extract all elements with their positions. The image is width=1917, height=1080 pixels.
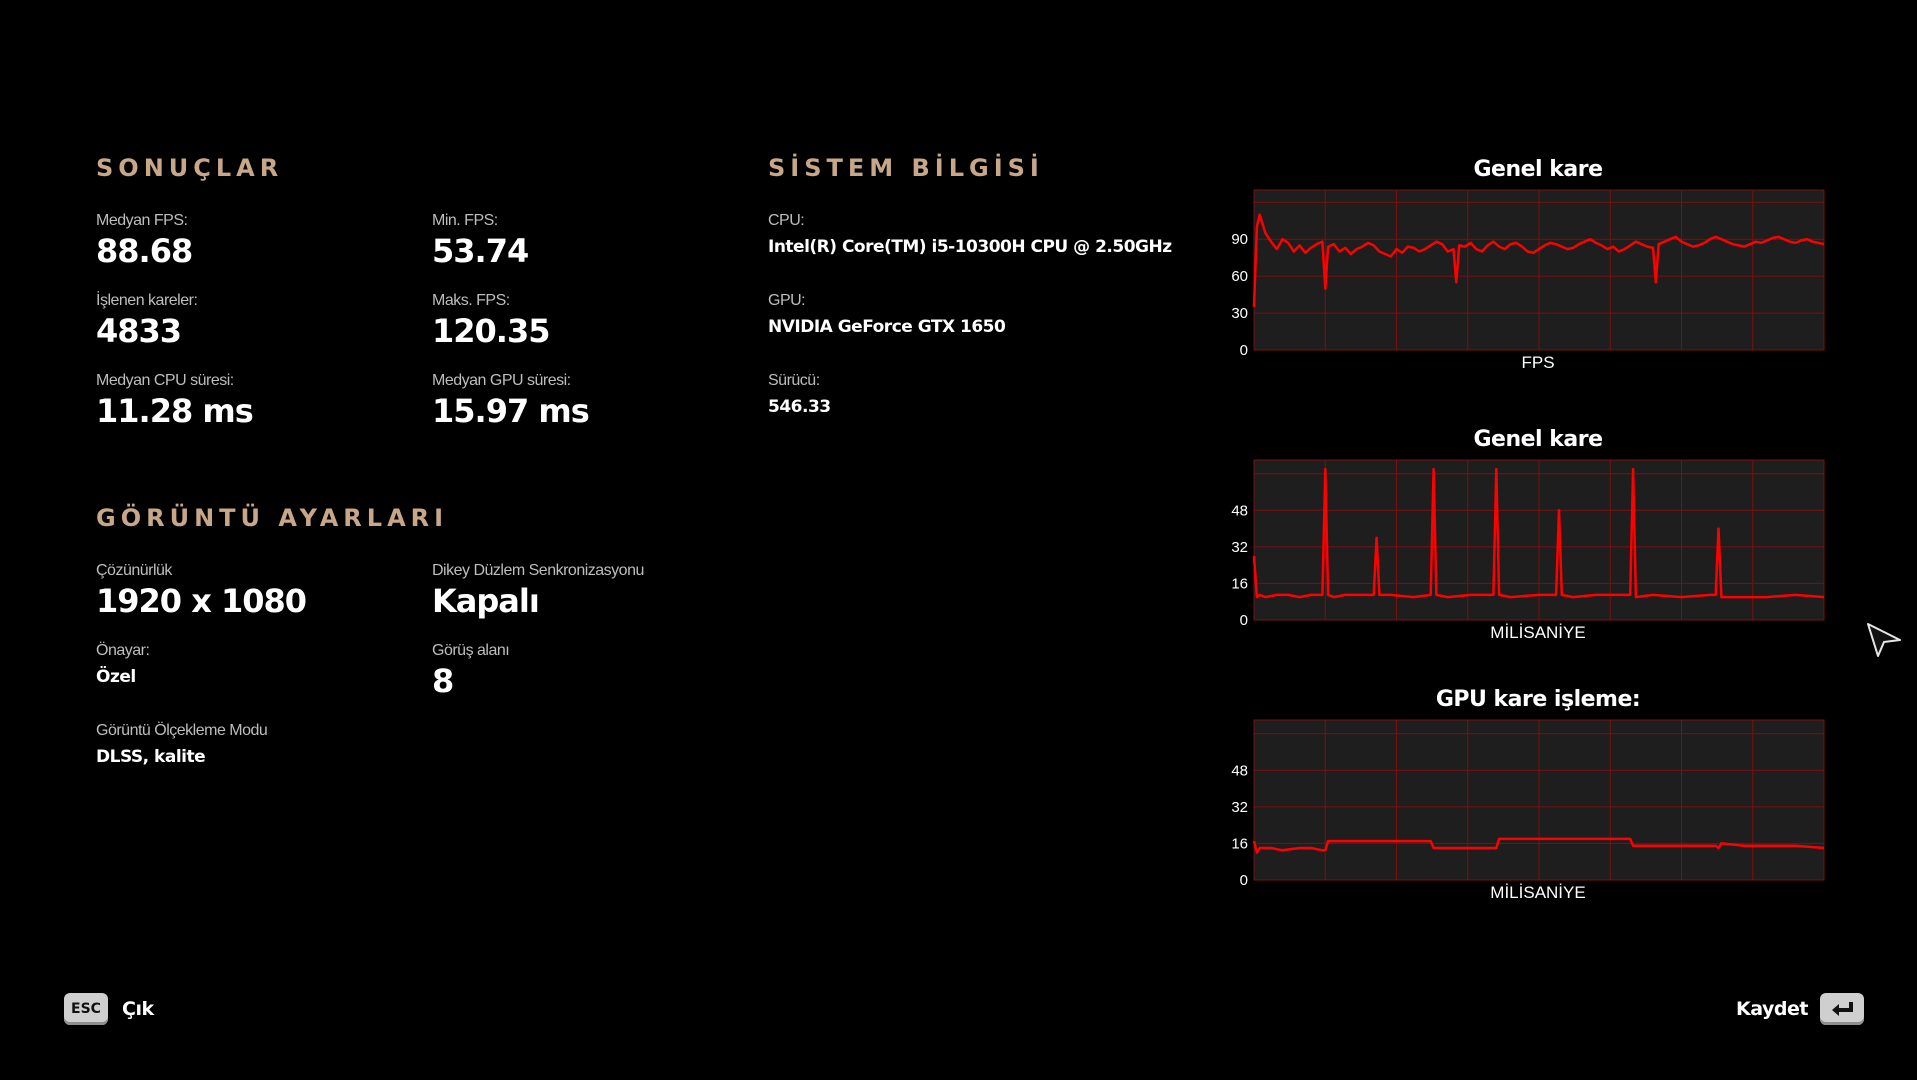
cpu-label: CPU:	[768, 212, 805, 229]
chart2-ytick-0: 0	[1240, 872, 1248, 889]
display-settings-title: GÖRÜNTÜ AYARLARI	[96, 504, 449, 532]
median-gpu-label: Medyan GPU süresi:	[432, 372, 571, 389]
median-cpu-value: 11.28 ms	[96, 392, 254, 430]
gpu-frame-chart-xlabel: MİLİSANİYE	[1490, 883, 1586, 902]
chart2-ytick-1: 16	[1231, 835, 1248, 852]
driver-label: Sürücü:	[768, 372, 820, 389]
preset-value: Özel	[96, 667, 136, 687]
chart0-ytick-2: 60	[1231, 268, 1248, 285]
driver-value: 546.33	[768, 397, 831, 417]
overall-frame-ms-chart-title: Genel kare	[1473, 427, 1603, 452]
overall-frame-fps-chart: 0 30 60 90	[1231, 189, 1825, 359]
chart1-ytick-0: 0	[1240, 612, 1248, 629]
vsync-label: Dikey Düzlem Senkronizasyonu	[432, 562, 644, 579]
rendered-frames-value: 4833	[96, 312, 182, 350]
overall-frame-ms-chart-xlabel: MİLİSANİYE	[1490, 623, 1586, 642]
exit-label: Çık	[122, 998, 154, 1020]
gpu-frame-chart: 0 16 32 48	[1231, 719, 1825, 889]
chart0-ytick-1: 30	[1231, 305, 1248, 322]
resolution-label: Çözünürlük	[96, 562, 172, 579]
fov-value: 8	[432, 662, 454, 700]
exit-button[interactable]: ESC Çık	[64, 993, 154, 1025]
median-cpu-label: Medyan CPU süresi:	[96, 372, 234, 389]
preset-label: Önayar:	[96, 642, 150, 659]
median-fps-value: 88.68	[96, 232, 193, 270]
chart1-ytick-3: 48	[1231, 502, 1248, 519]
min-fps-label: Min. FPS:	[432, 212, 498, 229]
cpu-value: Intel(R) Core(TM) i5-10300H CPU @ 2.50GH…	[768, 237, 1172, 257]
min-fps-value: 53.74	[432, 232, 529, 270]
overall-frame-fps-chart-xlabel: FPS	[1521, 353, 1555, 372]
system-info-title: SİSTEM BİLGİSİ	[768, 154, 1044, 182]
chart1-ytick-1: 16	[1231, 575, 1248, 592]
median-fps-label: Medyan FPS:	[96, 212, 188, 229]
vsync-value: Kapalı	[432, 582, 540, 620]
gpu-value: NVIDIA GeForce GTX 1650	[768, 317, 1006, 337]
enter-icon	[1819, 993, 1864, 1025]
max-fps-value: 120.35	[432, 312, 550, 350]
save-label: Kaydet	[1736, 998, 1808, 1020]
chart2-ytick-2: 32	[1231, 799, 1248, 816]
scaling-label: Görüntü Ölçekleme Modu	[96, 722, 268, 739]
save-button[interactable]: Kaydet	[1736, 993, 1864, 1025]
overall-frame-ms-chart: 0 16 32 48	[1231, 459, 1825, 629]
overall-frame-fps-chart-title: Genel kare	[1473, 157, 1603, 182]
chart0-ytick-0: 0	[1240, 342, 1248, 359]
chart1-ytick-2: 32	[1231, 539, 1248, 556]
gpu-frame-chart-title: GPU kare işleme:	[1435, 687, 1641, 712]
gpu-label: GPU:	[768, 292, 806, 309]
chart2-ytick-3: 48	[1231, 762, 1248, 779]
scaling-value: DLSS, kalite	[96, 747, 206, 767]
resolution-value: 1920 x 1080	[96, 582, 307, 620]
max-fps-label: Maks. FPS:	[432, 292, 510, 309]
chart0-ytick-3: 90	[1231, 231, 1248, 248]
median-gpu-value: 15.97 ms	[432, 392, 590, 430]
fov-label: Görüş alanı	[432, 642, 510, 659]
esc-key-icon: ESC	[64, 993, 108, 1025]
results-title: SONUÇLAR	[96, 154, 284, 182]
rendered-frames-label: İşlenen kareler:	[96, 292, 198, 309]
mouse-cursor-icon	[1867, 623, 1901, 657]
